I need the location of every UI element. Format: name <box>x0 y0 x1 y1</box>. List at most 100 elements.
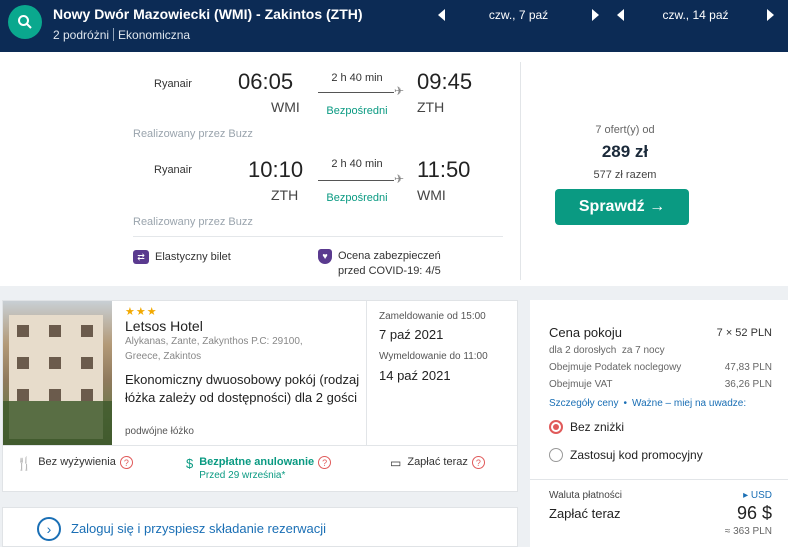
tax-row: Obejmuje Podatek noclegowy 47,83 PLN <box>549 362 772 373</box>
inbound-leg: Ryanair 10:10 ZTH 2 h 40 min ✈ Bezpośred… <box>0 148 520 228</box>
search-button[interactable] <box>8 5 42 39</box>
radio-selected[interactable] <box>549 420 563 434</box>
guests-row: dla 2 dorosłych za 7 nocy <box>549 345 772 356</box>
window-shape <box>49 357 61 369</box>
guests-info: dla 2 dorosłych za 7 nocy <box>549 345 665 356</box>
hotel-name[interactable]: Letsos Hotel <box>125 318 203 334</box>
important-info-link[interactable]: Ważne – miej na uwadze: <box>632 398 746 409</box>
no-discount-option[interactable]: Bez zniżki <box>549 420 772 434</box>
links-row: Szczegóły ceny • Ważne – miej na uwadze: <box>549 398 772 409</box>
price-details-link[interactable]: Szczegóły ceny <box>549 398 618 409</box>
link-separator: • <box>623 398 627 409</box>
checkout-date: 14 paź 2021 <box>379 368 451 383</box>
checkin-label: Zameldowanie od 15:00 <box>379 311 486 322</box>
room-price-value: 7 × 52 PLN <box>716 327 772 339</box>
divider <box>530 479 788 480</box>
stops-label: Bezpośredni <box>326 105 388 117</box>
departure-airport: ZTH <box>271 187 299 203</box>
cabin-class: Ekonomiczna <box>118 28 191 42</box>
payment-label: Zapłać teraz <box>407 456 468 468</box>
window-shape <box>81 325 93 337</box>
divider <box>366 301 367 445</box>
return-date[interactable]: czw., 14 paź <box>624 8 767 22</box>
offer-price: 289 zł <box>601 142 649 161</box>
covid-rating[interactable]: ♥ Ocena zabezpieczeń przed COVID-19: 4/5 <box>318 249 441 279</box>
arrival-time: 09:45 <box>417 69 473 94</box>
login-link[interactable]: Zaloguj się i przyspiesz składanie rezer… <box>71 521 326 536</box>
window-shape <box>81 357 93 369</box>
pay-now-label: Zapłać teraz <box>549 506 621 521</box>
room-price-label: Cena pokoju <box>549 325 622 340</box>
pay-alt-row: ≈ 363 PLN <box>549 526 772 537</box>
prev-depart-date-icon[interactable] <box>438 9 445 21</box>
meals-label: Bez wyżywienia <box>38 456 116 468</box>
covid-rating-line2: przed COVID-19: 4/5 <box>338 265 441 277</box>
prev-return-date-icon[interactable] <box>617 9 624 21</box>
check-button[interactable]: Sprawdź → <box>555 189 689 225</box>
depart-date-nav: czw., 7 paź <box>438 8 599 22</box>
covid-rating-text: Ocena zabezpieczeń przed COVID-19: 4/5 <box>338 249 441 279</box>
vat-label: Obejmuje VAT <box>549 379 613 390</box>
offers-count: 7 ofert(y) od <box>595 124 655 136</box>
hotel-card[interactable]: ★★★ Letsos Hotel Alykanas, Zante, Zakynt… <box>2 300 518 492</box>
help-icon[interactable]: ? <box>318 456 332 469</box>
operated-by: Realizowany przez Buzz <box>133 128 253 140</box>
depart-date[interactable]: czw., 7 paź <box>445 8 592 22</box>
cancellation-text: Bezpłatne anulowanie Przed 29 września* <box>199 456 314 481</box>
flight-duration: 2 h 40 min <box>331 158 383 170</box>
checkout-label: Wymeldowanie do 11:00 <box>379 351 488 362</box>
window-shape <box>49 389 61 401</box>
divider <box>520 62 521 280</box>
return-date-nav: czw., 14 paź <box>617 8 774 22</box>
hotel-address-line2: Greece, Zakintos <box>125 351 202 362</box>
operated-by: Realizowany przez Buzz <box>133 216 253 228</box>
airline-name: Ryanair <box>154 78 192 90</box>
next-return-date-icon[interactable] <box>767 9 774 21</box>
flight-line <box>318 92 394 93</box>
promo-code-option[interactable]: Zastosuj kod promocyjny <box>549 448 772 462</box>
currency-selector[interactable]: ▸ USD <box>743 490 772 501</box>
route-title[interactable]: Nowy Dwór Mazowiecki (WMI) - Zakintos (Z… <box>53 6 363 22</box>
window-shape <box>17 357 29 369</box>
pay-now-row: Zapłać teraz 96 $ <box>549 503 772 524</box>
header: Nowy Dwór Mazowiecki (WMI) - Zakintos (Z… <box>0 0 788 52</box>
payment-info: ▭ Zapłać teraz ? <box>390 456 485 470</box>
meals-info: 🍴 Bez wyżywienia ? <box>16 456 133 472</box>
window-shape <box>17 325 29 337</box>
departure-airport: WMI <box>271 99 300 115</box>
login-banner[interactable]: › Zaloguj się i przyspiesz składanie rez… <box>2 507 518 547</box>
flexible-ticket-label: Elastyczny bilet <box>155 251 231 263</box>
arrival-airport: ZTH <box>417 99 445 115</box>
plane-icon: ✈ <box>394 84 405 98</box>
window-shape <box>81 389 93 401</box>
plane-icon: ✈ <box>394 172 405 186</box>
arrival-time: 11:50 <box>417 157 471 182</box>
travellers-count: 2 podróżni <box>53 28 110 42</box>
stops-label: Bezpośredni <box>326 192 388 204</box>
help-icon[interactable]: ? <box>119 456 133 469</box>
flexible-ticket[interactable]: ⇄ Elastyczny bilet <box>133 250 231 265</box>
departure-time: 06:05 <box>238 69 294 94</box>
window-shape <box>49 325 61 337</box>
tax-value: 47,83 PLN <box>724 362 772 373</box>
divider <box>113 28 115 41</box>
offer-total: 577 zł razem <box>593 169 657 181</box>
vat-value: 36,26 PLN <box>724 379 772 390</box>
flight-line <box>318 180 394 181</box>
pay-now-price: 96 $ <box>736 503 772 523</box>
hotel-address-line1: Alykanas, Zante, Zakynthos P.C: 29100, <box>125 336 303 347</box>
help-icon[interactable]: ? <box>471 456 485 469</box>
hotel-stars: ★★★ <box>125 306 158 318</box>
search-summary[interactable]: 2 podróżni Ekonomiczna <box>53 28 190 42</box>
currency-label: Waluta płatności <box>549 490 622 501</box>
window-shape <box>17 389 29 401</box>
flight-card[interactable]: Ryanair 06:05 WMI 2 h 40 min ✈ Bezpośred… <box>0 52 788 286</box>
airline-name: Ryanair <box>154 164 192 176</box>
checkin-date: 7 paź 2021 <box>379 327 444 342</box>
radio-unselected[interactable] <box>549 448 563 462</box>
hotel-photo[interactable] <box>3 301 112 445</box>
tree-foliage <box>3 401 112 445</box>
next-depart-date-icon[interactable] <box>592 9 599 21</box>
divider <box>133 236 503 237</box>
ticket-icon: ⇄ <box>133 250 149 264</box>
